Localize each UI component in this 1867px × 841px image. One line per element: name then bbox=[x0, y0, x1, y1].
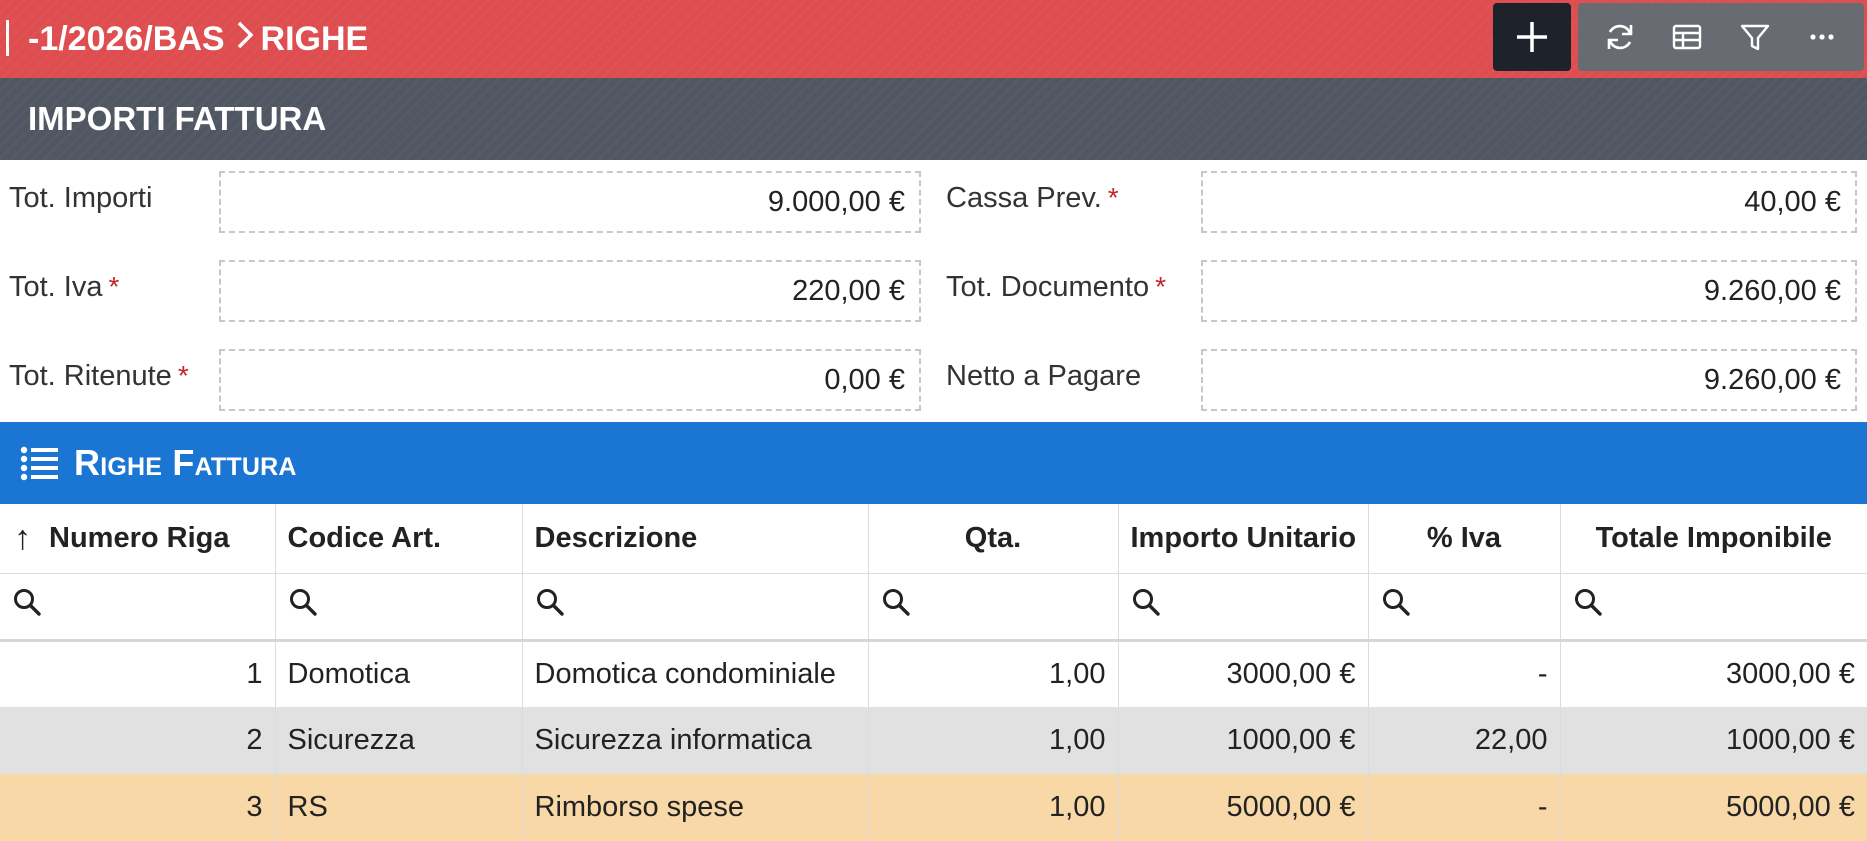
col-header-importo-unitario[interactable]: Importo Unitario bbox=[1118, 504, 1369, 574]
filter-button[interactable] bbox=[1729, 11, 1781, 63]
refresh-button[interactable] bbox=[1594, 11, 1646, 63]
more-icon bbox=[1810, 34, 1834, 40]
filter-cell-codice-art[interactable] bbox=[275, 573, 523, 642]
cell-descrizione: Domotica condominiale bbox=[522, 640, 869, 707]
search-icon bbox=[14, 589, 41, 616]
tot-ritenute-label: Tot. Ritenute * bbox=[9, 360, 189, 393]
cell-numero-riga: 1 bbox=[0, 640, 276, 707]
search-icon bbox=[1574, 589, 1602, 616]
filter-cell-importo-unitario[interactable] bbox=[1118, 573, 1369, 642]
tot-iva-label: Tot. Iva * bbox=[9, 271, 119, 304]
col-header-descrizione[interactable]: Descrizione bbox=[522, 504, 869, 574]
righe-section-header: Righe Fattura bbox=[0, 422, 1867, 504]
cell-importo-unitario: 5000,00 € bbox=[1118, 774, 1369, 841]
cassa-prev-label-text: Cassa Prev. bbox=[946, 182, 1102, 214]
tot-iva-label-text: Tot. Iva bbox=[9, 271, 103, 303]
tot-documento-field[interactable]: 9.260,00 € bbox=[1201, 260, 1857, 322]
plus-icon bbox=[1517, 22, 1547, 52]
cell-totale-imponibile: 3000,00 € bbox=[1560, 640, 1867, 707]
table-row[interactable]: 1 Domotica Domotica condominiale 1,00 30… bbox=[0, 640, 1867, 707]
tot-importi-label: Tot. Importi bbox=[9, 182, 152, 215]
table-icon bbox=[1673, 24, 1702, 50]
table-header-row: ↑ Numero Riga Codice Art. Descrizione Qt… bbox=[0, 504, 1867, 574]
cell-codice-art: RS bbox=[275, 774, 523, 841]
importi-title: IMPORTI FATTURA bbox=[28, 100, 327, 137]
cell-qta: 1,00 bbox=[868, 774, 1119, 841]
importi-form: Tot. Importi 9.000,00 € Cassa Prev. * 40,… bbox=[0, 160, 1867, 422]
refresh-icon bbox=[1607, 24, 1633, 50]
breadcrumb: -1/2026/BAS RIGHE bbox=[28, 20, 368, 59]
tot-documento-label: Tot. Documento * bbox=[946, 271, 1166, 304]
col-header-iva[interactable]: % Iva bbox=[1368, 504, 1561, 574]
add-button[interactable] bbox=[1493, 3, 1571, 71]
cell-totale-imponibile: 1000,00 € bbox=[1560, 707, 1867, 774]
cell-iva: - bbox=[1368, 640, 1561, 707]
cell-qta: 1,00 bbox=[868, 707, 1119, 774]
col-header-numero-riga[interactable]: ↑ Numero Riga bbox=[0, 504, 276, 574]
cell-descrizione: Sicurezza informatica bbox=[522, 707, 869, 774]
filter-cell-totale-imponibile[interactable] bbox=[1560, 573, 1867, 642]
col-header-totale-imponibile[interactable]: Totale Imponibile bbox=[1560, 504, 1867, 574]
cell-numero-riga: 2 bbox=[0, 707, 276, 774]
cell-importo-unitario: 1000,00 € bbox=[1118, 707, 1369, 774]
required-marker: * bbox=[108, 271, 120, 302]
top-bar: -1/2026/BAS RIGHE bbox=[0, 0, 1867, 78]
netto-pagare-label-text: Netto a Pagare bbox=[946, 360, 1142, 392]
righe-title: Righe Fattura bbox=[74, 442, 297, 483]
table-row[interactable]: 2 Sicurezza Sicurezza informatica 1,00 1… bbox=[0, 707, 1867, 774]
cell-codice-art: Sicurezza bbox=[275, 707, 523, 774]
cell-numero-riga: 3 bbox=[0, 774, 276, 841]
righe-table: ↑ Numero Riga Codice Art. Descrizione Qt… bbox=[0, 504, 1867, 841]
tot-ritenute-field[interactable]: 0,00 € bbox=[219, 349, 921, 411]
filter-cell-iva[interactable] bbox=[1368, 573, 1561, 642]
cell-iva: - bbox=[1368, 774, 1561, 841]
more-button[interactable] bbox=[1796, 11, 1848, 63]
cell-qta: 1,00 bbox=[868, 640, 1119, 707]
filter-cell-descrizione[interactable] bbox=[522, 573, 869, 642]
tot-ritenute-label-text: Tot. Ritenute bbox=[9, 360, 172, 392]
required-marker: * bbox=[1155, 271, 1167, 302]
netto-pagare-label: Netto a Pagare bbox=[946, 360, 1141, 393]
search-icon bbox=[882, 589, 910, 616]
filter-cell-numero-riga[interactable] bbox=[0, 573, 276, 642]
tot-iva-field[interactable]: 220,00 € bbox=[219, 260, 921, 322]
search-icon bbox=[1132, 589, 1160, 616]
required-marker: * bbox=[1107, 182, 1119, 213]
tot-importi-field[interactable]: 9.000,00 € bbox=[219, 171, 921, 233]
search-icon bbox=[536, 589, 564, 616]
cell-totale-imponibile: 5000,00 € bbox=[1560, 774, 1867, 841]
breadcrumb-document[interactable]: -1/2026/BAS bbox=[28, 20, 225, 59]
toolbar-actions bbox=[1578, 3, 1864, 71]
cell-iva: 22,00 bbox=[1368, 707, 1561, 774]
tot-documento-label-text: Tot. Documento bbox=[946, 271, 1150, 303]
filter-cell-qta[interactable] bbox=[868, 573, 1119, 642]
table-row[interactable]: 3 RS Rimborso spese 1,00 5000,00 € - 500… bbox=[0, 774, 1867, 841]
col-header-label: Numero Riga bbox=[49, 521, 230, 554]
sort-ascending-icon[interactable]: ↑ bbox=[14, 519, 31, 558]
table-view-button[interactable] bbox=[1661, 11, 1713, 63]
netto-pagare-field[interactable]: 9.260,00 € bbox=[1201, 349, 1857, 411]
col-header-codice-art[interactable]: Codice Art. bbox=[275, 504, 523, 574]
filter-row bbox=[0, 573, 1867, 642]
tot-importi-label-text: Tot. Importi bbox=[9, 182, 153, 214]
search-icon bbox=[289, 589, 317, 616]
cell-importo-unitario: 3000,00 € bbox=[1118, 640, 1369, 707]
filter-icon bbox=[1740, 24, 1769, 51]
title-marker bbox=[6, 20, 9, 56]
cell-descrizione: Rimborso spese bbox=[522, 774, 869, 841]
required-marker: * bbox=[177, 360, 189, 391]
cell-codice-art: Domotica bbox=[275, 640, 523, 707]
cassa-prev-field[interactable]: 40,00 € bbox=[1201, 171, 1857, 233]
breadcrumb-section: RIGHE bbox=[260, 19, 369, 58]
list-icon bbox=[20, 446, 58, 481]
search-icon bbox=[1382, 589, 1410, 616]
col-header-qta[interactable]: Qta. bbox=[868, 504, 1119, 574]
chevron-right-icon bbox=[235, 20, 255, 59]
importi-section-header: IMPORTI FATTURA bbox=[0, 78, 1867, 160]
cassa-prev-label: Cassa Prev. * bbox=[946, 182, 1119, 215]
